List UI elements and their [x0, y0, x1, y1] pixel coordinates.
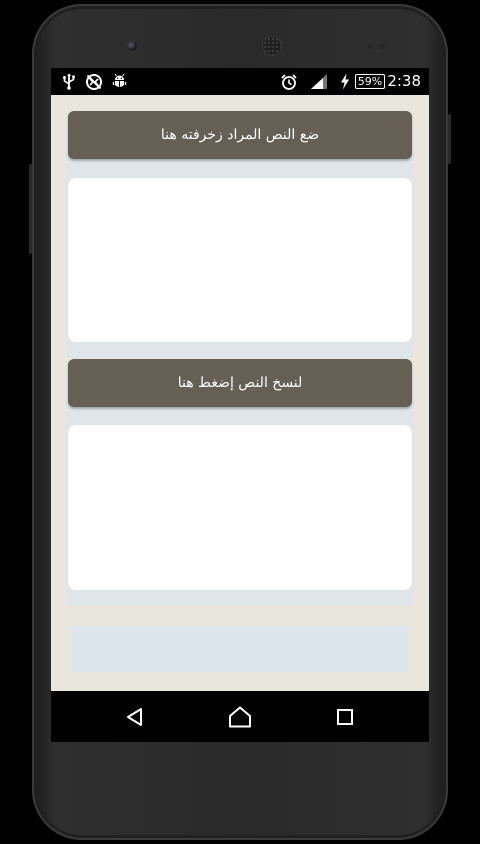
input-header-label: ضع النص المراد زخرفته هنا	[160, 127, 320, 143]
ad-banner-area	[72, 626, 408, 672]
copy-button-label: لنسخ النص إضغط هنا	[177, 375, 303, 391]
light-sensor	[380, 44, 385, 49]
recents-icon[interactable]	[331, 703, 359, 731]
battery-icon: 59%	[353, 72, 387, 91]
android-debug-icon	[111, 72, 127, 91]
navigation-bar	[51, 691, 429, 742]
proximity-sensor	[368, 44, 373, 49]
device-screen: 59% 2:38 ضع النص المراد زخرفته هنا لنسخ …	[51, 68, 429, 742]
copy-button[interactable]: لنسخ النص إضغط هنا	[68, 359, 412, 407]
output-text-field[interactable]	[68, 425, 412, 590]
power-button	[448, 114, 451, 164]
no-sync-icon	[84, 72, 103, 91]
alarm-icon	[279, 72, 298, 91]
input-header-button[interactable]: ضع النص المراد زخرفته هنا	[68, 111, 412, 159]
earpiece-speaker	[263, 37, 281, 55]
signal-icon	[309, 72, 328, 91]
input-text-field[interactable]	[68, 178, 412, 342]
usb-icon	[61, 72, 77, 91]
volume-button	[29, 164, 32, 254]
status-bar: 59% 2:38	[51, 68, 429, 95]
charging-icon	[339, 72, 351, 91]
status-clock: 2:38	[387, 72, 421, 90]
home-icon[interactable]	[226, 703, 254, 731]
battery-percentage: 59%	[354, 74, 386, 89]
app-content: ضع النص المراد زخرفته هنا لنسخ النص إضغط…	[51, 95, 429, 691]
back-icon[interactable]	[121, 703, 149, 731]
front-camera	[127, 41, 137, 51]
